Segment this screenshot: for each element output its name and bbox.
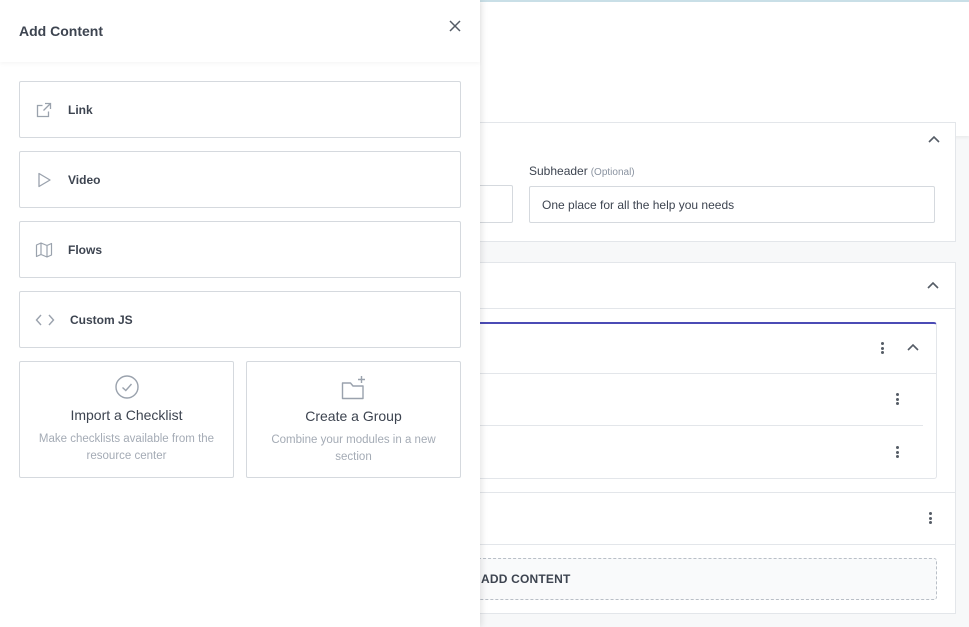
folder-plus-icon — [340, 374, 368, 402]
play-icon — [35, 171, 53, 189]
group-menu-kebab-icon[interactable] — [877, 340, 887, 356]
check-circle-icon — [113, 373, 141, 401]
tile-description: Make checklists available from the resou… — [38, 433, 215, 462]
option-custom-js[interactable]: Custom JS — [19, 291, 461, 348]
option-link-label: Link — [68, 102, 93, 117]
collapse-chevron-up-icon[interactable] — [926, 132, 942, 148]
map-icon — [35, 241, 53, 259]
close-icon[interactable] — [447, 18, 463, 34]
tile-title: Create a Group — [305, 408, 402, 424]
subheader-optional-hint: (Optional) — [590, 167, 635, 178]
drawer-title: Add Content — [19, 23, 103, 39]
create-group-tile[interactable]: Create a Group Combine your modules in a… — [246, 361, 461, 478]
tile-title: Import a Checklist — [70, 407, 183, 423]
import-checklist-tile[interactable]: Import a Checklist Make checklists avail… — [19, 361, 234, 478]
item-menu-kebab-icon[interactable] — [892, 444, 902, 460]
subheader-label-text: Subheader — [529, 164, 588, 178]
add-content-drawer: Add Content Link Video Flows Custom JS I… — [0, 0, 480, 627]
drawer-header: Add Content — [0, 0, 480, 62]
header-settings-card — [470, 122, 956, 242]
item-menu-kebab-icon[interactable] — [925, 510, 935, 526]
divider — [470, 544, 956, 545]
divider — [470, 492, 956, 493]
divider — [470, 373, 937, 374]
tile-description: Combine your modules in a new section — [271, 434, 436, 463]
modules-collapse-chevron-icon[interactable] — [925, 278, 941, 294]
item-menu-kebab-icon[interactable] — [892, 391, 902, 407]
divider — [470, 425, 923, 426]
option-link[interactable]: Link — [19, 81, 461, 138]
subheader-input[interactable]: One place for all the help you needs — [529, 186, 935, 223]
option-flows-label: Flows — [68, 242, 103, 257]
code-icon — [35, 311, 55, 329]
option-video[interactable]: Video — [19, 151, 461, 208]
divider — [470, 308, 956, 309]
add-content-button[interactable]: ADD CONTENT — [460, 558, 937, 600]
option-flows[interactable]: Flows — [19, 221, 461, 278]
option-video-label: Video — [68, 172, 101, 187]
external-link-icon — [35, 101, 53, 119]
add-content-label: ADD CONTENT — [481, 572, 571, 586]
subheader-label: Subheader (Optional) — [529, 164, 635, 178]
module-group — [470, 322, 937, 479]
subheader-input-value: One place for all the help you needs — [542, 197, 735, 212]
option-custom-js-label: Custom JS — [70, 312, 133, 327]
group-collapse-chevron-icon[interactable] — [905, 340, 921, 356]
